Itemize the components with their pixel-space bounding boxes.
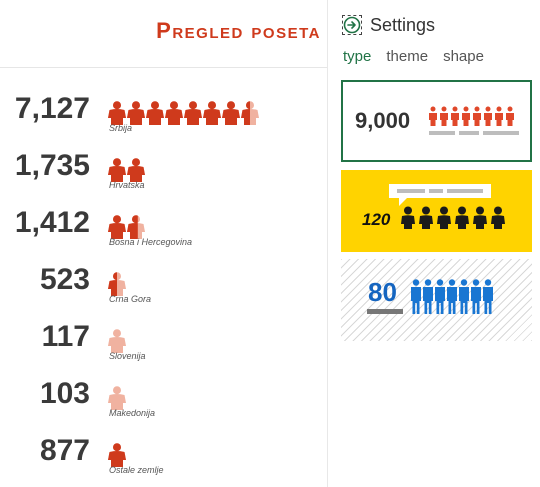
back-button[interactable] [342, 15, 362, 35]
visit-count: 7,127 [14, 92, 90, 125]
option-underline-bar [367, 309, 403, 314]
person-icon [108, 329, 126, 353]
country-row: 877 Ostale zemlje [0, 434, 327, 484]
people-icons [108, 158, 145, 182]
person-icon [127, 101, 145, 125]
speech-bubble-icon [389, 184, 491, 206]
infographic-panel: Pregled poseta 7,127 Srbija 1,735 Hrvats… [0, 0, 327, 487]
settings-tabs: type theme shape [343, 48, 484, 65]
person-icon [108, 101, 126, 125]
visit-count: 1,412 [14, 206, 90, 239]
person-icon [108, 443, 126, 467]
people-icons [108, 329, 126, 353]
person-icon [108, 386, 126, 410]
country-label: Crna Gora [109, 294, 152, 304]
person-icon [108, 158, 126, 182]
option-people-icons [411, 279, 493, 314]
country-label: Hrvatska [109, 180, 145, 190]
person-icon [108, 215, 126, 239]
tab-theme[interactable]: theme [386, 48, 428, 65]
tab-shape[interactable]: shape [443, 48, 484, 65]
country-row: 103 Makedonija [0, 377, 327, 427]
people-icons [108, 101, 259, 125]
country-label: Ostale zemlje [109, 465, 164, 475]
country-row: 1,735 Hrvatska [0, 149, 327, 199]
tab-type[interactable]: type [343, 48, 371, 65]
people-icons [108, 443, 126, 467]
country-label: Srbija [109, 123, 133, 133]
option-value: 120 [362, 210, 391, 229]
visit-count: 523 [39, 263, 90, 296]
person-icon [203, 101, 221, 125]
people-icons [108, 386, 126, 410]
person-icon [127, 215, 145, 239]
country-row: 117 Slovenija [0, 320, 327, 370]
visit-count: 117 [41, 320, 90, 353]
person-icon [222, 101, 240, 125]
people-icons [108, 215, 145, 239]
country-row: 1,412 Bosna i Hercegovina [0, 206, 327, 256]
person-icon [127, 158, 145, 182]
arrow-right-circle-icon [343, 16, 361, 34]
people-icons [108, 272, 126, 296]
title-underline [0, 67, 327, 68]
option-people-icons [429, 106, 519, 135]
option-value: 80 [368, 277, 397, 307]
settings-header: Settings [342, 12, 435, 38]
type-option-1[interactable]: 9,000 [341, 80, 532, 162]
country-row: 7,127 Srbija [0, 92, 327, 142]
person-icon [241, 101, 259, 125]
person-icon [146, 101, 164, 125]
type-option-2[interactable]: 120 [341, 170, 532, 252]
settings-pane: Settings type theme shape 9,000 120 80 [328, 0, 540, 487]
option-people-icons [401, 206, 505, 229]
person-icon [165, 101, 183, 125]
country-label: Bosna i Hercegovina [109, 237, 193, 247]
person-icon [184, 101, 202, 125]
visit-count: 877 [39, 434, 90, 467]
infographic-title: Pregled poseta [156, 18, 321, 43]
country-label: Slovenija [109, 351, 146, 361]
option-value: 9,000 [355, 108, 411, 133]
country-row: 523 Crna Gora [0, 263, 327, 313]
person-icon [108, 272, 126, 296]
visit-count: 1,735 [14, 149, 90, 182]
country-label: Makedonija [109, 408, 156, 418]
type-option-3[interactable]: 80 [341, 259, 532, 341]
settings-title: Settings [370, 14, 436, 35]
visit-count: 103 [39, 377, 90, 410]
